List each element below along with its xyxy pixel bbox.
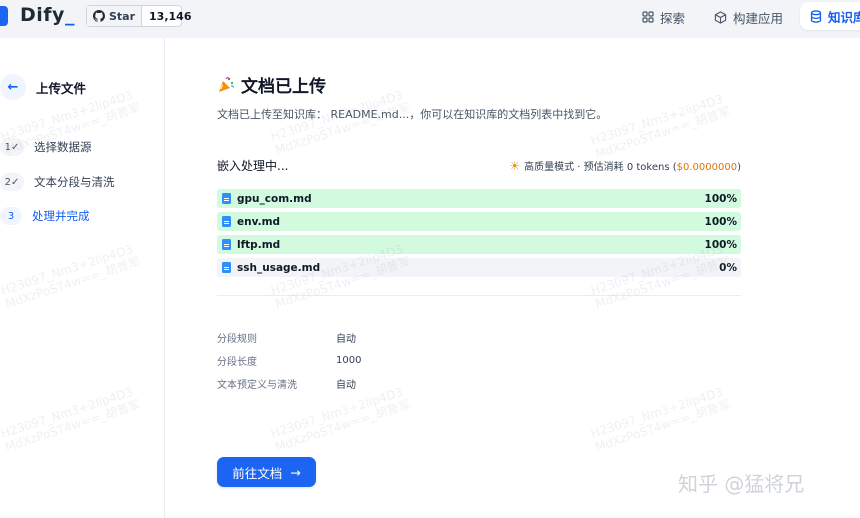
- database-icon: [810, 9, 822, 23]
- file-progress-percent: 100%: [704, 192, 737, 205]
- github-star-label: Star: [109, 9, 136, 23]
- main-panel: 文档已上传 文档已上传至知识库： README.md...，你可以在知识库的文档…: [165, 38, 860, 518]
- rule-value: 自动: [336, 380, 356, 391]
- embedding-mode: 高质量模式 · 预估消耗 0 tokens (: [524, 162, 677, 173]
- step-select-source[interactable]: 1 ✓ 选择数据源: [0, 138, 92, 156]
- nav-build-label: 构建应用: [733, 10, 784, 26]
- top-bar: Dify_ Star 13,146 探索 构建应用 知识库: [0, 0, 860, 38]
- desc-prefix: 文档已上传至知识库：: [217, 108, 327, 121]
- embedding-close: ): [737, 162, 741, 173]
- step-1-label: 选择数据源: [34, 140, 92, 154]
- dify-logo-mark[interactable]: [0, 6, 8, 26]
- embedding-label: 嵌入处理中...: [217, 159, 289, 173]
- rule-value: 1000: [336, 355, 362, 366]
- step-2-label: 文本分段与清洗: [34, 175, 115, 189]
- desc-filename: README.md...: [330, 108, 410, 121]
- processing-rules: 分段规则 自动 分段长度 1000 文本预定义与清洗 自动: [217, 326, 361, 395]
- sun-icon: ☀: [509, 158, 521, 173]
- file-progress-percent: 100%: [704, 215, 737, 228]
- embedding-cost: $0.0000000: [676, 162, 738, 173]
- party-popper-icon: [219, 76, 235, 92]
- rule-value: 自动: [336, 334, 356, 345]
- grid-icon: [642, 11, 654, 23]
- nav-build-app[interactable]: 构建应用: [714, 6, 783, 28]
- rule-row: 文本预定义与清洗 自动: [217, 372, 361, 395]
- zhihu-author-mark: 知乎 @猛将兄: [678, 472, 805, 496]
- file-progress-row: gpu_com.md 100%: [217, 189, 741, 208]
- check-icon: ✓: [10, 141, 20, 153]
- markdown-file-icon: [222, 216, 231, 227]
- embedding-info: ☀ 高质量模式 · 预估消耗 0 tokens ($0.0000000): [509, 158, 741, 174]
- progress-fill: [217, 212, 741, 231]
- section-divider: [217, 295, 741, 296]
- file-progress-percent: 0%: [719, 261, 737, 274]
- brand-underscore: _: [64, 4, 75, 26]
- step-segment-clean[interactable]: 2 ✓ 文本分段与清洗: [0, 173, 115, 191]
- sidebar-title: 上传文件: [36, 80, 87, 96]
- page-title: 文档已上传: [217, 72, 326, 97]
- github-star-count: 13,146: [149, 9, 192, 23]
- cube-icon: [714, 10, 727, 24]
- rule-label: 分段长度: [217, 357, 257, 368]
- dify-logo[interactable]: Dify_: [20, 4, 75, 26]
- file-progress-list: gpu_com.md 100% env.md 100% lftp.md 100%…: [217, 189, 741, 281]
- step-2-badge: 2 ✓: [0, 173, 24, 191]
- arrow-right-icon: →: [290, 464, 301, 480]
- steps-sidebar: ← 上传文件 1 ✓ 选择数据源 2 ✓ 文本分段与清洗 3 处理并完成: [0, 38, 165, 518]
- step-1-badge: 1 ✓: [0, 138, 24, 156]
- page-title-text: 文档已上传: [241, 77, 326, 97]
- rule-label: 分段规则: [217, 334, 257, 345]
- file-name: env.md: [237, 215, 281, 228]
- github-star-section[interactable]: Star: [87, 6, 143, 26]
- brand-name: Dify: [20, 4, 65, 26]
- nav-explore[interactable]: 探索: [642, 6, 685, 28]
- file-progress-row: env.md 100%: [217, 212, 741, 231]
- step-3-label: 处理并完成: [32, 209, 90, 223]
- rule-row: 分段长度 1000: [217, 349, 361, 372]
- step-process-finish[interactable]: 3 处理并完成: [0, 207, 90, 225]
- go-to-documents-button[interactable]: 前往文档 →: [217, 457, 316, 487]
- markdown-file-icon: [222, 239, 231, 250]
- back-button[interactable]: ←: [0, 74, 26, 100]
- step-3-badge: 3: [0, 207, 22, 225]
- check-icon: ✓: [10, 176, 20, 188]
- embedding-status: 嵌入处理中... ☀ 高质量模式 · 预估消耗 0 tokens ($0.000…: [217, 157, 741, 174]
- upload-description: 文档已上传至知识库： README.md...，你可以在知识库的文档列表中找到它…: [217, 106, 607, 122]
- desc-suffix: ，你可以在知识库的文档列表中找到它。: [409, 108, 608, 121]
- rule-row: 分段规则 自动: [217, 326, 361, 349]
- nav-knowledge[interactable]: 知识库: [800, 2, 860, 30]
- file-name: ssh_usage.md: [237, 261, 321, 274]
- file-progress-row: lftp.md 100%: [217, 235, 741, 254]
- sidebar-header: ← 上传文件: [0, 74, 86, 100]
- rule-label: 文本预定义与清洗: [217, 380, 297, 391]
- go-to-documents-label: 前往文档: [232, 465, 283, 481]
- github-icon: [93, 10, 105, 22]
- file-name: gpu_com.md: [237, 192, 312, 205]
- github-star-button[interactable]: Star 13,146: [86, 5, 191, 27]
- file-progress-row: ssh_usage.md 0%: [217, 258, 741, 277]
- markdown-file-icon: [222, 193, 231, 204]
- markdown-file-icon: [222, 262, 231, 273]
- file-name: lftp.md: [237, 238, 281, 251]
- progress-fill: [217, 235, 741, 254]
- arrow-left-icon: ←: [7, 79, 19, 95]
- nav-knowledge-label: 知识库: [828, 9, 860, 25]
- nav-explore-label: 探索: [660, 10, 686, 26]
- file-progress-percent: 100%: [704, 238, 737, 251]
